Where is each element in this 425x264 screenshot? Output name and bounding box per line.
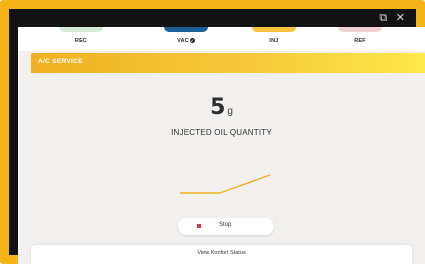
chart-series-line — [180, 174, 271, 194]
step-inj-pill — [252, 27, 296, 32]
section-banner: A/C SERVICE — [31, 53, 425, 73]
app-frame: ⧉ ✕ REC VAC ✓ INJ REF A/C SERVICE 5 g IN… — [0, 0, 425, 264]
step-ref-pill — [338, 27, 382, 32]
section-title: A/C SERVICE — [38, 58, 83, 65]
step-inj-label: INJ — [269, 38, 279, 44]
step-rec: REC — [53, 27, 109, 51]
step-rec-pill — [59, 27, 103, 32]
status-bar-label: View Konfort Status — [197, 250, 246, 256]
oil-injection-chart — [180, 174, 271, 194]
step-vac: VAC ✓ — [158, 27, 214, 51]
quantity-readout: 5g — [18, 95, 425, 120]
quantity-caption: INJECTED OIL QUANTITY — [171, 128, 272, 137]
step-vac-pill — [164, 27, 208, 32]
external-link-icon[interactable]: ⧉ — [379, 11, 388, 25]
step-vac-label: VAC — [177, 38, 189, 44]
status-bar[interactable]: View Konfort Status — [31, 245, 412, 264]
step-ref-label: REF — [354, 38, 366, 44]
step-indicator: REC VAC ✓ INJ REF — [18, 27, 425, 51]
stop-button-label: Stop — [219, 222, 232, 228]
step-inj: INJ — [246, 27, 302, 51]
stop-button[interactable]: Stop — [178, 218, 274, 235]
step-vac-label-wrap: VAC ✓ — [158, 38, 214, 44]
step-ref: REF — [332, 27, 388, 51]
check-icon: ✓ — [189, 38, 195, 43]
close-icon[interactable]: ✕ — [396, 11, 406, 24]
quantity-value: 5 — [210, 95, 226, 120]
step-rec-label: REC — [74, 38, 88, 44]
window-controls: ⧉ ✕ — [376, 11, 406, 25]
quantity-unit: g — [227, 106, 233, 117]
stop-icon — [197, 224, 201, 228]
screen: REC VAC ✓ INJ REF A/C SERVICE 5g INJECTED… — [18, 27, 425, 264]
